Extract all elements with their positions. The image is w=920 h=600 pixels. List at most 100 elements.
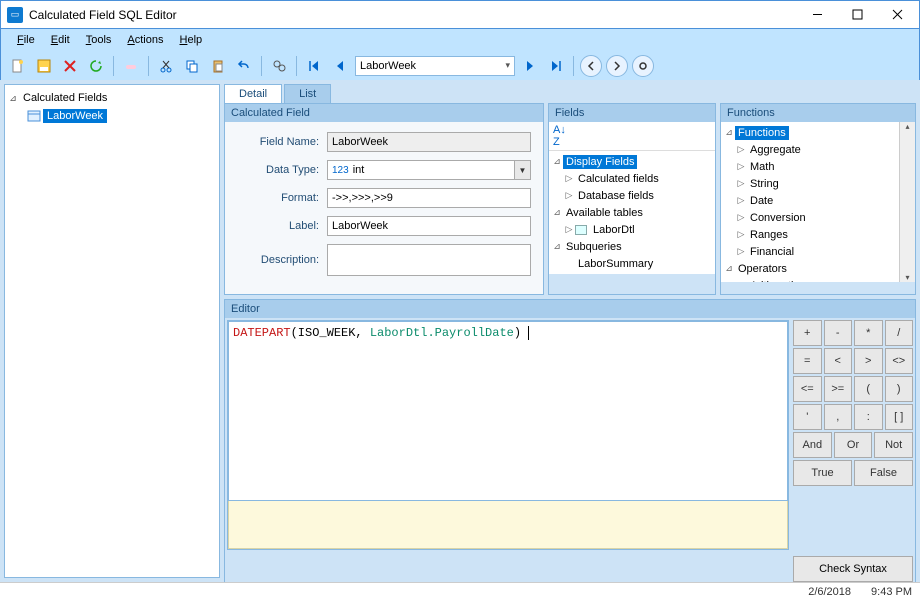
key-lt[interactable]: < <box>824 348 853 374</box>
paste-icon[interactable] <box>207 55 229 77</box>
tree-node-laborsummary[interactable]: LaborSummary <box>549 255 715 272</box>
key-lte[interactable]: <= <box>793 376 822 402</box>
tree-node-math[interactable]: ▷Math <box>721 158 899 175</box>
client-area: ⊿ Calculated Fields LaborWeek Detail Lis… <box>0 80 920 582</box>
tree-root[interactable]: ⊿ Calculated Fields <box>7 89 217 107</box>
tree-node-date[interactable]: ▷Date <box>721 192 899 209</box>
eraser-icon[interactable] <box>120 55 142 77</box>
key-gte[interactable]: >= <box>824 376 853 402</box>
key-or[interactable]: Or <box>834 432 873 458</box>
nav-forward-icon[interactable] <box>606 55 628 77</box>
key-minus[interactable]: - <box>824 320 853 346</box>
new-icon[interactable] <box>7 55 29 77</box>
tree-node-subqueries[interactable]: ⊿Subqueries <box>549 238 715 255</box>
sql-keyword: DATEPART <box>233 326 291 340</box>
refresh-icon[interactable] <box>85 55 107 77</box>
input-value: ->>,>>>,>>9 <box>332 192 393 204</box>
scrollbar[interactable] <box>899 122 915 282</box>
tree-node-financial[interactable]: ▷Financial <box>721 243 899 260</box>
separator <box>113 56 114 76</box>
tree-node-labordtl[interactable]: ▷LaborDtl <box>549 221 715 238</box>
tree-node-string[interactable]: ▷String <box>721 175 899 192</box>
key-brackets[interactable]: [ ] <box>885 404 914 430</box>
check-syntax-button[interactable]: Check Syntax <box>793 556 913 582</box>
dropdown-arrow-icon[interactable]: ▼ <box>514 161 530 179</box>
tab-list[interactable]: List <box>284 84 331 103</box>
separator <box>261 56 262 76</box>
tab-detail[interactable]: Detail <box>224 84 282 103</box>
nav-next-icon[interactable] <box>519 55 541 77</box>
label-description: Description: <box>237 254 327 266</box>
separator <box>148 56 149 76</box>
tree-node-aggregate[interactable]: ▷Aggregate <box>721 141 899 158</box>
select-data-type[interactable]: 123 int ▼ <box>327 160 531 180</box>
key-neq[interactable]: <> <box>885 348 914 374</box>
key-quote[interactable]: ' <box>793 404 822 430</box>
find-icon[interactable] <box>268 55 290 77</box>
menu-help[interactable]: Help <box>172 32 211 48</box>
tree-node-ranges[interactable]: ▷Ranges <box>721 226 899 243</box>
field-icon <box>27 109 41 123</box>
field-selector-combo[interactable]: LaborWeek <box>355 56 515 76</box>
undo-icon[interactable] <box>233 55 255 77</box>
key-false[interactable]: False <box>854 460 913 486</box>
key-lparen[interactable]: ( <box>854 376 883 402</box>
tree-node-conversion[interactable]: ▷Conversion <box>721 209 899 226</box>
input-label[interactable]: LaborWeek <box>327 216 531 236</box>
nav-back-icon[interactable] <box>580 55 602 77</box>
tree-node-functions[interactable]: ⊿Functions <box>721 124 899 141</box>
input-field-name[interactable]: LaborWeek <box>327 132 531 152</box>
tree-node-database-fields[interactable]: ▷Database fields <box>549 187 715 204</box>
panel-body: Field Name: LaborWeek Data Type: 123 int… <box>225 122 543 294</box>
menu-tools[interactable]: Tools <box>78 32 120 48</box>
table-icon <box>575 225 587 235</box>
key-equals[interactable]: = <box>793 348 822 374</box>
input-format[interactable]: ->>,>>>,>>9 <box>327 188 531 208</box>
key-multiply[interactable]: * <box>854 320 883 346</box>
tree-root-label: Calculated Fields <box>19 91 111 105</box>
key-plus[interactable]: + <box>793 320 822 346</box>
key-not[interactable]: Not <box>874 432 913 458</box>
menu-file[interactable]: File <box>9 32 43 48</box>
expand-icon[interactable]: ⊿ <box>7 93 19 104</box>
nav-last-icon[interactable] <box>545 55 567 77</box>
save-icon[interactable] <box>33 55 55 77</box>
menu-actions[interactable]: Actions <box>119 32 171 48</box>
nav-first-icon[interactable] <box>303 55 325 77</box>
functions-tree: ⊿Functions ▷Aggregate ▷Math ▷String ▷Dat… <box>721 122 915 282</box>
key-rparen[interactable]: ) <box>885 376 914 402</box>
window-title: Calculated Field SQL Editor <box>29 8 797 22</box>
input-description[interactable] <box>327 244 531 276</box>
tree-node-operators[interactable]: ⊿Operators <box>721 260 899 277</box>
sort-icon[interactable]: A↓Z <box>553 124 566 148</box>
maximize-button[interactable] <box>837 2 877 28</box>
delete-icon[interactable] <box>59 55 81 77</box>
key-true[interactable]: True <box>793 460 852 486</box>
input-value: LaborWeek <box>332 136 388 148</box>
panel-header: Fields <box>549 104 715 122</box>
key-colon[interactable]: : <box>854 404 883 430</box>
status-time: 9:43 PM <box>871 586 912 598</box>
minimize-button[interactable] <box>797 2 837 28</box>
cut-icon[interactable] <box>155 55 177 77</box>
tree-node-calculated-fields[interactable]: ▷Calculated fields <box>549 170 715 187</box>
key-and[interactable]: And <box>793 432 832 458</box>
tree-item-laborweek[interactable]: LaborWeek <box>7 107 217 125</box>
nav-home-icon[interactable] <box>632 55 654 77</box>
tree-node-arithmetic[interactable]: ▷Arithmetic <box>721 277 899 282</box>
left-pane: ⊿ Calculated Fields LaborWeek <box>4 84 220 578</box>
close-button[interactable] <box>877 2 917 28</box>
label-field-name: Field Name: <box>237 136 327 148</box>
sql-editor[interactable]: DATEPART(ISO_WEEK, LaborDtl.PayrollDate) <box>228 321 788 501</box>
key-comma[interactable]: , <box>824 404 853 430</box>
tree-item-label: LaborWeek <box>43 109 107 123</box>
menu-bar: File Edit Tools Actions Help <box>1 29 919 51</box>
editor-message-area <box>228 501 788 549</box>
menu-edit[interactable]: Edit <box>43 32 78 48</box>
tree-node-display-fields[interactable]: ⊿Display Fields <box>549 153 715 170</box>
nav-prev-icon[interactable] <box>329 55 351 77</box>
key-divide[interactable]: / <box>885 320 914 346</box>
tree-node-available-tables[interactable]: ⊿Available tables <box>549 204 715 221</box>
key-gt[interactable]: > <box>854 348 883 374</box>
copy-icon[interactable] <box>181 55 203 77</box>
